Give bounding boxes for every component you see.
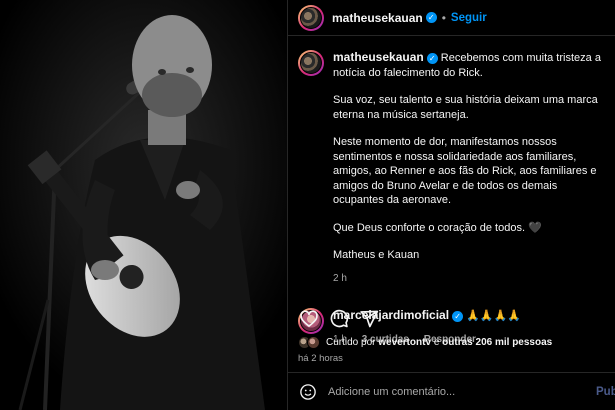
verified-icon: ✓ — [426, 52, 438, 64]
likes-user[interactable]: wevertontv — [378, 337, 431, 348]
share-button[interactable] — [358, 308, 380, 330]
liker-avatars — [298, 336, 320, 349]
caption-avatar[interactable] — [298, 50, 324, 76]
post-header: matheusekauan ✓ • Seguir — [288, 0, 615, 36]
caption-meta: 2 h — [333, 272, 605, 287]
follow-button[interactable]: Seguir — [451, 12, 487, 24]
author-avatar[interactable] — [298, 4, 324, 31]
comment-input[interactable] — [328, 385, 558, 398]
likes-joiner: e — [433, 337, 440, 348]
separator-dot: • — [441, 10, 446, 25]
post-actions — [298, 306, 615, 332]
verified-icon: ✓ — [425, 12, 437, 23]
add-comment-bar: Publicar — [288, 372, 615, 410]
caption-username[interactable]: matheusekauan — [333, 50, 424, 64]
share-icon — [360, 310, 379, 328]
likes-others[interactable]: outras 206 mil pessoas — [442, 337, 552, 348]
caption-paragraph: Sua voz, seu talento e sua história deix… — [333, 94, 598, 121]
post-timestamp: há 2 horas — [298, 353, 343, 364]
likes-summary[interactable]: Curtido por wevertontv e outras 206 mil … — [298, 336, 552, 349]
heart-icon — [300, 310, 318, 327]
singer-with-guitar-photo — [0, 0, 287, 410]
emoji-icon — [300, 383, 316, 400]
publish-button[interactable]: Publicar — [596, 386, 615, 398]
comments-section: matheusekauan ✓ Recebemos com muita trist… — [288, 44, 615, 347]
caption-paragraph: Matheus e Kauan — [333, 249, 420, 261]
comment-icon — [330, 309, 349, 328]
post-photo — [0, 0, 287, 410]
post-side-panel: matheusekauan ✓ • Seguir matheusekauan ✓ … — [287, 0, 615, 410]
caption-paragraph: Neste momento de dor, manifestamos nosso… — [333, 136, 597, 206]
emoji-button[interactable] — [298, 382, 318, 402]
comment-button[interactable] — [328, 308, 350, 330]
like-button[interactable] — [298, 308, 320, 330]
author-username[interactable]: matheusekauan — [332, 11, 423, 25]
likes-prefix: Curtido por — [326, 337, 376, 348]
caption-paragraph: Que Deus conforte o coração de todos. 🖤 — [333, 221, 542, 234]
caption-time: 2 h — [333, 272, 347, 284]
caption-row: matheusekauan ✓ Recebemos com muita trist… — [298, 44, 605, 286]
liker-avatar — [307, 336, 320, 349]
caption-body: matheusekauan ✓ Recebemos com muita trist… — [333, 44, 605, 286]
caption-paragraph: matheusekauan ✓ Recebemos com muita trist… — [333, 50, 605, 80]
